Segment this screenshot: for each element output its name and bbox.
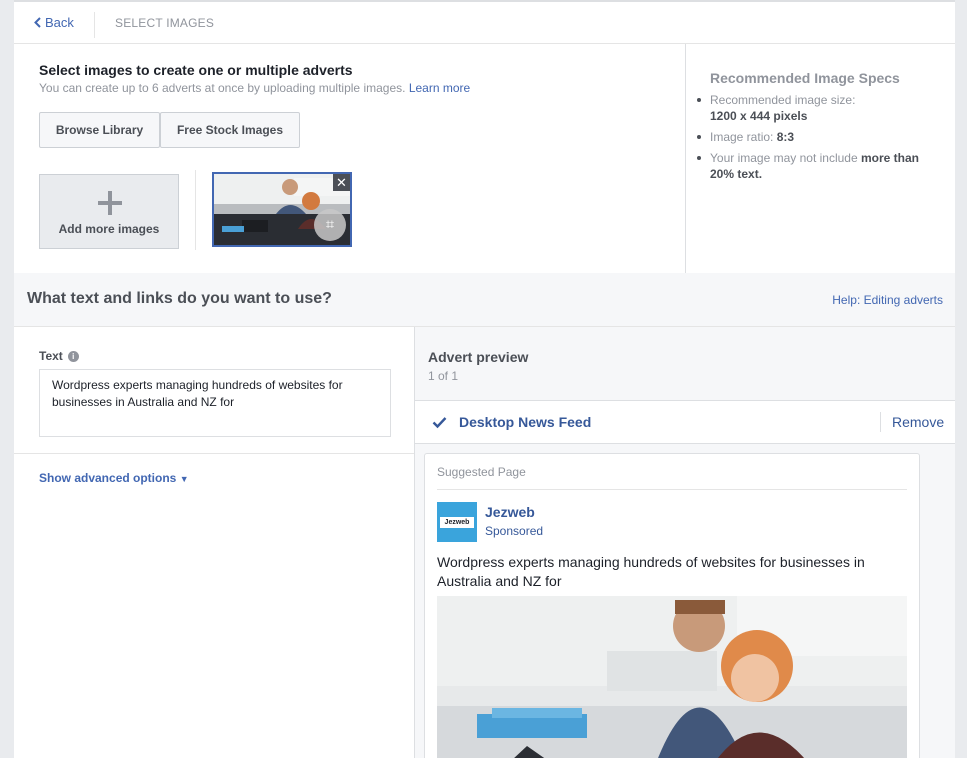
divider bbox=[437, 489, 907, 490]
back-button[interactable]: Back bbox=[34, 15, 74, 30]
placement-bar: Desktop News Feed Remove bbox=[415, 400, 955, 444]
post-photo bbox=[437, 596, 907, 758]
help-editing-adverts-link[interactable]: Help: Editing adverts bbox=[832, 293, 943, 307]
divider bbox=[880, 412, 881, 432]
ad-preview-card: Suggested Page Jezweb Jezweb Sponsored W… bbox=[424, 453, 920, 758]
add-more-images-button[interactable]: Add more images bbox=[39, 174, 179, 249]
page-name[interactable]: Jezweb bbox=[485, 504, 535, 520]
text-links-section-header: What text and links do you want to use? … bbox=[14, 273, 955, 327]
divider bbox=[94, 12, 95, 38]
spec-size: Recommended image size: 1200 x 444 pixel… bbox=[697, 92, 940, 124]
browse-library-button[interactable]: Browse Library bbox=[39, 112, 160, 148]
post-text: Wordpress experts managing hundreds of w… bbox=[437, 554, 865, 589]
image-specs-panel: Recommended Image Specs Recommended imag… bbox=[685, 44, 955, 275]
images-subtext-text: You can create up to 6 adverts at once b… bbox=[39, 81, 406, 95]
add-more-images-label: Add more images bbox=[58, 222, 160, 236]
breadcrumb: SELECT IMAGES bbox=[115, 16, 215, 30]
check-icon bbox=[432, 417, 447, 429]
image-selection-area: Select images to create one or multiple … bbox=[14, 44, 685, 275]
top-bar: Back SELECT IMAGES bbox=[14, 2, 955, 44]
sponsored-label: Sponsored bbox=[485, 524, 544, 538]
remove-placement-button[interactable]: Remove bbox=[892, 414, 944, 430]
learn-more-link[interactable]: Learn more bbox=[409, 81, 470, 95]
post-image bbox=[437, 596, 907, 758]
text-form-panel: Text i Wordpress experts managing hundre… bbox=[14, 327, 415, 758]
crop-icon[interactable]: ⌗ bbox=[314, 209, 346, 241]
back-label: Back bbox=[45, 15, 74, 30]
placement-label: Desktop News Feed bbox=[459, 414, 592, 430]
advert-preview-panel: Advert preview 1 of 1 Desktop News Feed … bbox=[415, 327, 955, 758]
specs-list: Recommended image size: 1200 x 444 pixel… bbox=[697, 92, 940, 187]
preview-title: Advert preview bbox=[428, 349, 529, 365]
plus-icon bbox=[98, 191, 122, 215]
text-field-label: Text i bbox=[39, 349, 79, 363]
spec-ratio: Image ratio: 8:3 bbox=[697, 129, 940, 145]
specs-title: Recommended Image Specs bbox=[710, 70, 900, 86]
ad-text-input[interactable]: Wordpress experts managing hundreds of w… bbox=[39, 369, 391, 437]
section-title: What text and links do you want to use? bbox=[27, 290, 332, 307]
images-subtext: You can create up to 6 adverts at once b… bbox=[39, 81, 470, 95]
page-logo[interactable]: Jezweb bbox=[437, 502, 477, 542]
show-advanced-options-link[interactable]: Show advanced options ▼ bbox=[39, 471, 189, 485]
selected-image-thumbnail[interactable]: ✕ ⌗ bbox=[212, 172, 352, 247]
preview-count: 1 of 1 bbox=[428, 369, 459, 383]
spec-text: Your image may not include more than 20%… bbox=[697, 150, 940, 182]
info-icon[interactable]: i bbox=[67, 350, 79, 362]
caret-down-icon: ▼ bbox=[179, 474, 189, 484]
remove-image-button[interactable]: ✕ bbox=[333, 174, 350, 191]
divider bbox=[195, 170, 196, 250]
divider bbox=[14, 453, 414, 454]
suggested-page-label: Suggested Page bbox=[437, 465, 526, 479]
free-stock-images-button[interactable]: Free Stock Images bbox=[160, 112, 300, 148]
select-images-panel: Back SELECT IMAGES Select images to crea… bbox=[14, 0, 955, 275]
chevron-left-icon bbox=[34, 17, 41, 28]
images-heading: Select images to create one or multiple … bbox=[39, 62, 353, 78]
